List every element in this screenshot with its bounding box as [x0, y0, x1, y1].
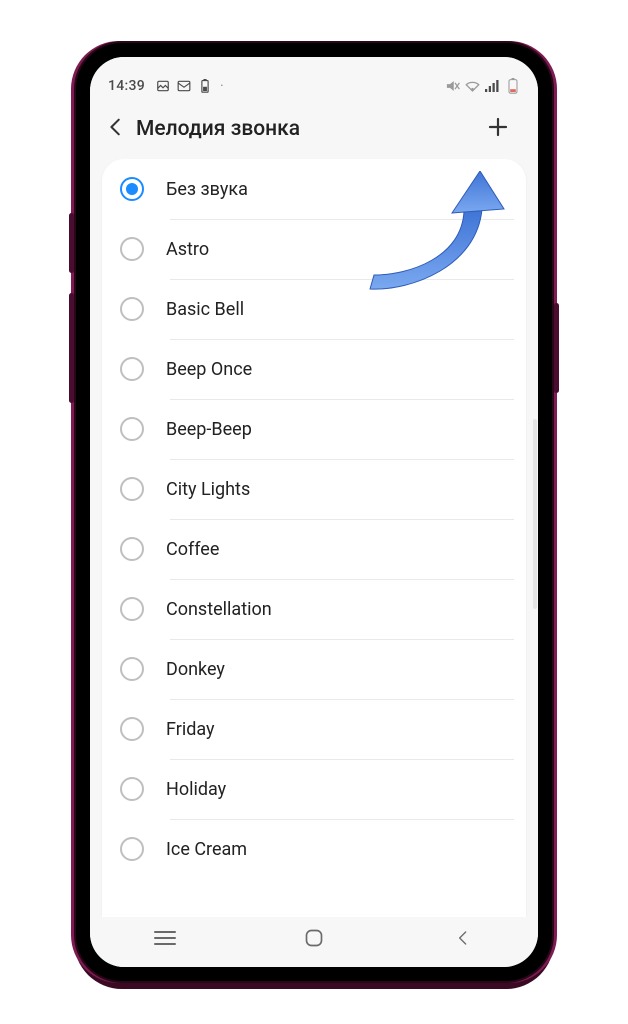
ringtone-list[interactable]: Без звука Astro Basic Bell Beep Once Beep-Be… [102, 159, 526, 917]
page-title: Мелодия звонка [136, 117, 478, 141]
home-button[interactable] [284, 920, 344, 960]
ringtone-label: Beep-Beep [166, 419, 252, 440]
ringtone-label: Beep Once [166, 359, 252, 380]
home-icon [304, 928, 324, 952]
plus-icon [486, 115, 510, 143]
radio-button[interactable] [120, 537, 144, 561]
ringtone-row[interactable]: Без звука [102, 159, 526, 219]
battery-icon [505, 79, 520, 94]
radio-button[interactable] [120, 237, 144, 261]
add-button[interactable] [478, 109, 518, 149]
radio-button[interactable] [120, 657, 144, 681]
volume-down-key [69, 293, 74, 403]
ringtone-label: Friday [166, 719, 215, 740]
signal-icon [485, 79, 500, 94]
ringtone-label: Ice Cream [166, 839, 247, 860]
statusbar: 14:39 · [90, 57, 538, 99]
ringtone-row[interactable]: Basic Bell [102, 279, 526, 339]
nav-back-button[interactable] [433, 920, 493, 960]
radio-button[interactable] [120, 597, 144, 621]
volume-up-key [69, 213, 74, 273]
ringtone-row[interactable]: Friday [102, 699, 526, 759]
back-button[interactable] [96, 109, 136, 149]
list-container: Без звука Astro Basic Bell Beep Once Beep-Be… [90, 159, 538, 917]
ringtone-row[interactable]: City Lights [102, 459, 526, 519]
recents-button[interactable] [135, 920, 195, 960]
power-key [554, 303, 559, 393]
ringtone-label: Donkey [166, 659, 225, 680]
ringtone-label: Constellation [166, 599, 272, 620]
ringtone-row[interactable]: Beep-Beep [102, 399, 526, 459]
radio-button[interactable] [120, 417, 144, 441]
ringtone-row[interactable]: Coffee [102, 519, 526, 579]
ringtone-row[interactable]: Astro [102, 219, 526, 279]
statusbar-clock: 14:39 [108, 78, 145, 94]
recents-icon [154, 930, 176, 950]
radio-button[interactable] [120, 837, 144, 861]
radio-button[interactable] [120, 777, 144, 801]
ringtone-row[interactable]: Donkey [102, 639, 526, 699]
ringtone-row[interactable]: Holiday [102, 759, 526, 819]
ringtone-label: Basic Bell [166, 299, 244, 320]
screen: 14:39 · [90, 57, 538, 967]
ringtone-row[interactable]: Constellation [102, 579, 526, 639]
image-icon [155, 79, 170, 94]
statusbar-right [445, 79, 520, 94]
ringtone-label: Coffee [166, 539, 219, 560]
ringtone-row[interactable]: Beep Once [102, 339, 526, 399]
statusbar-dot: · [220, 78, 224, 94]
ringtone-label: Astro [166, 239, 209, 260]
header-bar: Мелодия звонка [90, 99, 538, 159]
radio-button[interactable] [120, 297, 144, 321]
navigation-bar [90, 917, 538, 967]
mail-icon [176, 79, 191, 94]
ringtone-label: City Lights [166, 479, 250, 500]
chevron-left-icon [105, 116, 127, 142]
mute-icon [445, 79, 460, 94]
radio-button[interactable] [120, 477, 144, 501]
ringtone-label: Holiday [166, 779, 226, 800]
statusbar-left: 14:39 · [108, 78, 224, 94]
battery-small-icon [197, 79, 212, 94]
radio-button[interactable] [120, 357, 144, 381]
ringtone-row[interactable]: Ice Cream [102, 819, 526, 879]
wifi-icon [465, 79, 480, 94]
radio-button[interactable] [120, 177, 144, 201]
ringtone-label: Без звука [166, 179, 248, 200]
phone-frame: 14:39 · [76, 43, 552, 981]
radio-button[interactable] [120, 717, 144, 741]
chevron-left-icon [455, 929, 471, 951]
scrollbar[interactable] [533, 419, 537, 609]
